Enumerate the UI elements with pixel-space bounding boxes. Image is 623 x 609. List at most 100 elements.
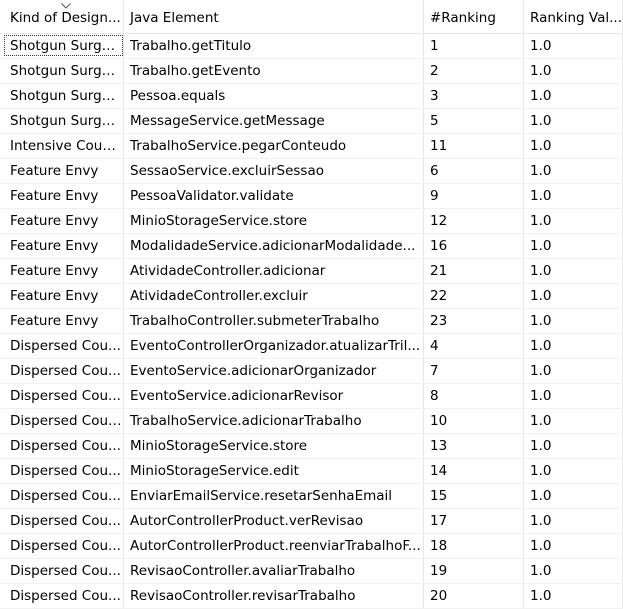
cell-ranking-value: 1.0	[524, 509, 623, 533]
table-row[interactable]: Dispersed Cou... EventoControllerOrganiza…	[0, 334, 623, 359]
cell-java-element: TrabalhoService.adicionarTrabalho	[124, 409, 424, 433]
cell-kind: Feature Envy	[4, 309, 124, 333]
cell-ranking: 20	[424, 584, 524, 608]
cell-ranking-value: 1.0	[524, 284, 623, 308]
table-row[interactable]: Feature Envy MinioStorageService.store 12 1…	[0, 209, 623, 234]
cell-ranking-value: 1.0	[524, 159, 623, 183]
cell-ranking: 12	[424, 209, 524, 233]
cell-ranking-value: 1.0	[524, 184, 623, 208]
cell-java-element: RevisaoController.avaliarTrabalho	[124, 559, 424, 583]
cell-ranking-value: 1.0	[524, 334, 623, 358]
cell-ranking-value: 1.0	[524, 34, 623, 58]
table-row[interactable]: Feature Envy ModalidadeService.adicionarM…	[0, 234, 623, 259]
cell-ranking-value: 1.0	[524, 459, 623, 483]
column-header-ranking[interactable]: #Ranking	[424, 0, 524, 33]
cell-ranking-value: 1.0	[524, 534, 623, 558]
cell-java-element: AtividadeController.adicionar	[124, 259, 424, 283]
cell-ranking: 19	[424, 559, 524, 583]
cell-java-element: AtividadeController.excluir	[124, 284, 424, 308]
table-row[interactable]: Shotgun Surgery MessageService.getMessage…	[0, 109, 623, 134]
table-header: Kind of Design... Java Element #Ranking …	[0, 0, 623, 34]
table-row[interactable]: Feature Envy TrabalhoController.submeterT…	[0, 309, 623, 334]
cell-kind: Dispersed Cou...	[4, 334, 124, 358]
cell-ranking: 15	[424, 484, 524, 508]
column-header-ranking-value[interactable]: Ranking Val...	[524, 0, 623, 33]
cell-ranking: 2	[424, 59, 524, 83]
cell-kind: Feature Envy	[4, 159, 124, 183]
table-row[interactable]: Dispersed Cou... EventoService.adicionarR…	[0, 384, 623, 409]
table-row[interactable]: Intensive Coupl... TrabalhoService.pegarC…	[0, 134, 623, 159]
cell-ranking: 1	[424, 34, 524, 58]
cell-ranking-value: 1.0	[524, 409, 623, 433]
cell-kind: Shotgun Surgery	[4, 34, 124, 58]
cell-ranking: 17	[424, 509, 524, 533]
cell-ranking: 18	[424, 534, 524, 558]
cell-kind: Dispersed Cou...	[4, 584, 124, 608]
cell-ranking: 8	[424, 384, 524, 408]
table-row[interactable]: Dispersed Cou... AutorControllerProduct.v…	[0, 509, 623, 534]
cell-ranking: 7	[424, 359, 524, 383]
cell-kind: Dispersed Cou...	[4, 459, 124, 483]
table-row[interactable]: Shotgun Surgery Trabalho.getTitulo 1 1.0	[0, 34, 623, 59]
cell-kind: Dispersed Coupl...	[4, 409, 124, 433]
cell-ranking: 14	[424, 459, 524, 483]
cell-java-element: EventoControllerOrganizador.atualizarTri…	[124, 334, 424, 358]
table-row[interactable]: Dispersed Cou... MinioStorageService.edit…	[0, 459, 623, 484]
cell-ranking-value: 1.0	[524, 359, 623, 383]
cell-java-element: AutorControllerProduct.verRevisao	[124, 509, 424, 533]
table-row[interactable]: Feature Envy SessaoService.excluirSessao 6…	[0, 159, 623, 184]
cell-java-element: MessageService.getMessage	[124, 109, 424, 133]
cell-ranking-value: 1.0	[524, 434, 623, 458]
cell-ranking-value: 1.0	[524, 59, 623, 83]
cell-kind: Dispersed Cou...	[4, 534, 124, 558]
cell-java-element: TrabalhoService.pegarConteudo	[124, 134, 424, 158]
cell-java-element: AutorControllerProduct.reenviarTrabalhoF…	[124, 534, 424, 558]
cell-ranking-value: 1.0	[524, 209, 623, 233]
cell-kind: Feature Envy	[4, 209, 124, 233]
cell-ranking: 13	[424, 434, 524, 458]
table-row[interactable]: Dispersed Cou... RevisaoController.avalia…	[0, 559, 623, 584]
table-row[interactable]: Dispersed Cou... EnviarEmailService.reset…	[0, 484, 623, 509]
cell-ranking-value: 1.0	[524, 484, 623, 508]
table-row[interactable]: Dispersed Cou... EventoService.adicionarO…	[0, 359, 623, 384]
cell-kind: Feature Envy	[4, 259, 124, 283]
table-row[interactable]: Feature Envy AtividadeController.excluir 2…	[0, 284, 623, 309]
cell-ranking-value: 1.0	[524, 584, 623, 608]
cell-java-element: MinioStorageService.edit	[124, 459, 424, 483]
cell-java-element: MinioStorageService.store	[124, 434, 424, 458]
cell-kind: Intensive Coupl...	[4, 134, 124, 158]
table-row[interactable]: Shotgun Surgery Pessoa.equals 3 1.0	[0, 84, 623, 109]
column-header-java-element[interactable]: Java Element	[124, 0, 424, 33]
cell-kind: Dispersed Cou...	[4, 559, 124, 583]
table-body: Shotgun Surgery Trabalho.getTitulo 1 1.0 Sho…	[0, 34, 623, 609]
cell-ranking: 3	[424, 84, 524, 108]
table-row[interactable]: Dispersed Coupl... TrabalhoService.adicio…	[0, 409, 623, 434]
cell-java-element: RevisaoController.revisarTrabalho	[124, 584, 424, 608]
cell-kind: Dispersed Cou...	[4, 484, 124, 508]
table-row[interactable]: Dispersed Cou... AutorControllerProduct.r…	[0, 534, 623, 559]
cell-java-element: MinioStorageService.store	[124, 209, 424, 233]
cell-ranking-value: 1.0	[524, 259, 623, 283]
cell-kind: Shotgun Surgery	[4, 59, 124, 83]
table-row[interactable]: Shotgun Surgery Trabalho.getEvento 2 1.0	[0, 59, 623, 84]
cell-ranking-value: 1.0	[524, 109, 623, 133]
cell-ranking: 6	[424, 159, 524, 183]
cell-ranking: 9	[424, 184, 524, 208]
table-row[interactable]: Dispersed Cou... MinioStorageService.stor…	[0, 434, 623, 459]
cell-ranking: 23	[424, 309, 524, 333]
cell-ranking-value: 1.0	[524, 134, 623, 158]
cell-ranking-value: 1.0	[524, 84, 623, 108]
cell-java-element: PessoaValidator.validate	[124, 184, 424, 208]
table-row[interactable]: Dispersed Cou... RevisaoController.revisa…	[0, 584, 623, 609]
cell-ranking-value: 1.0	[524, 384, 623, 408]
table-row[interactable]: Feature Envy PessoaValidator.validate 9 1.0	[0, 184, 623, 209]
cell-ranking-value: 1.0	[524, 309, 623, 333]
cell-ranking-value: 1.0	[524, 234, 623, 258]
cell-kind: Feature Envy	[4, 234, 124, 258]
cell-java-element: EnviarEmailService.resetarSenhaEmail	[124, 484, 424, 508]
cell-ranking: 11	[424, 134, 524, 158]
cell-kind: Feature Envy	[4, 284, 124, 308]
cell-java-element: EventoService.adicionarOrganizador	[124, 359, 424, 383]
table-row[interactable]: Feature Envy AtividadeController.adiciona…	[0, 259, 623, 284]
cell-kind: Dispersed Cou...	[4, 359, 124, 383]
